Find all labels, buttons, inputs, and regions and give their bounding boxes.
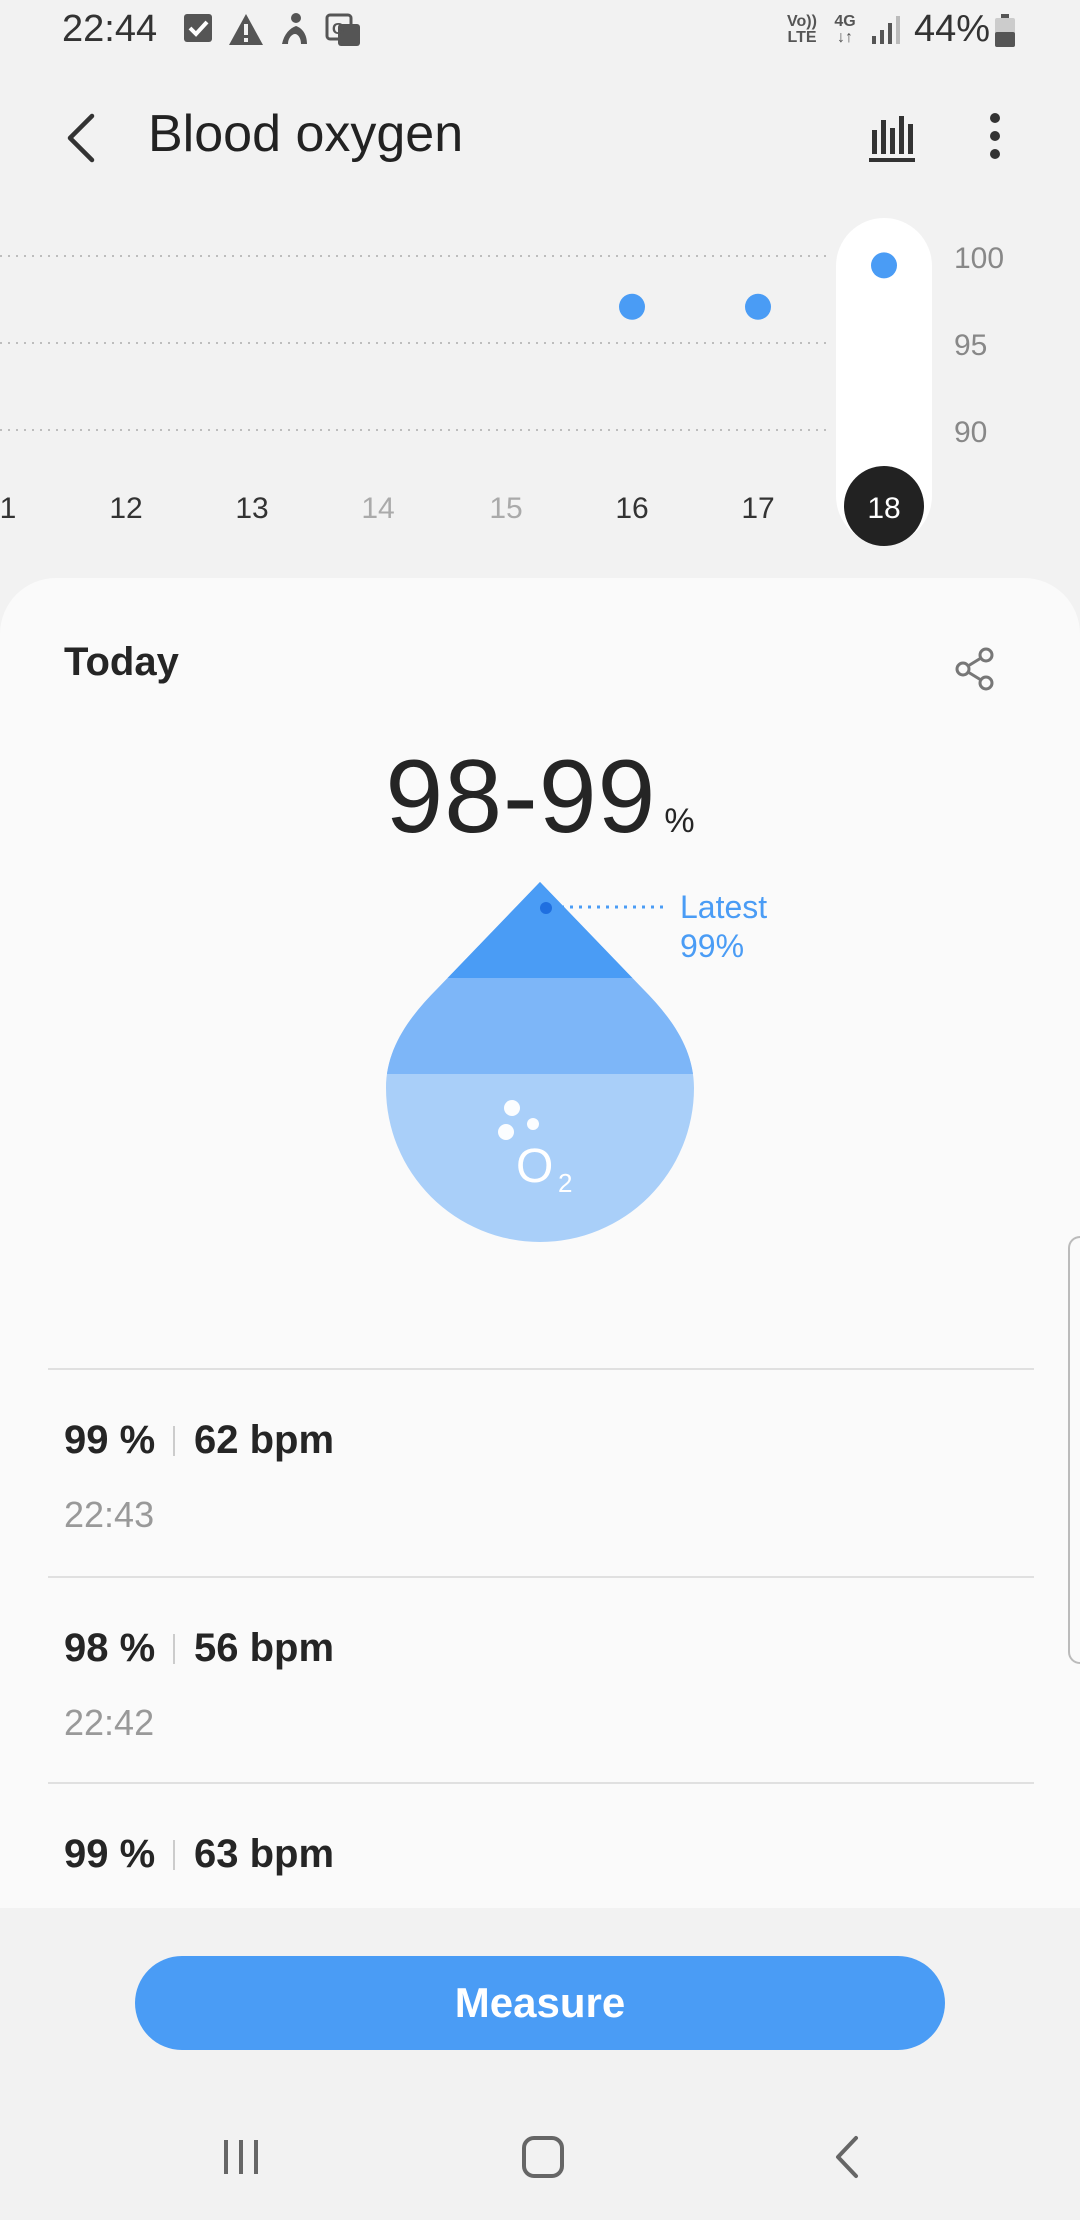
reading-bpm: 63 bpm <box>194 1832 335 1876</box>
spo2-chart[interactable]: 100 95 90 1 12 13 14 15 16 17 18 <box>0 190 1080 570</box>
x-tick-label[interactable]: 12 <box>109 492 142 525</box>
reading-bpm: 56 bpm <box>194 1626 335 1670</box>
x-tick-label[interactable]: 1 <box>0 492 16 525</box>
translate-icon: G <box>325 13 360 46</box>
reading-time: 22:42 <box>64 1702 155 1743</box>
y-tick-label: 95 <box>954 329 987 362</box>
latest-leader-line <box>552 905 664 909</box>
share-icon[interactable] <box>950 644 1000 694</box>
range-value: 98-99 <box>385 739 657 855</box>
svg-text:G: G <box>332 21 344 38</box>
x-tick-label[interactable]: 17 <box>741 492 774 525</box>
accessibility-icon <box>282 13 307 44</box>
drop-layer-dark <box>386 882 694 978</box>
x-tick-label[interactable]: 16 <box>615 492 648 525</box>
y-tick-label: 90 <box>954 416 987 449</box>
x-tick-label[interactable]: 13 <box>235 492 268 525</box>
range-unit: % <box>664 802 695 840</box>
today-heading: Today <box>64 640 179 684</box>
battery-percent: 44% <box>914 8 991 50</box>
x-tick-label[interactable]: 15 <box>489 492 522 525</box>
warning-icon <box>229 14 263 45</box>
list-item[interactable] <box>0 1784 1060 1908</box>
bubble-small <box>498 1124 514 1140</box>
list-item[interactable] <box>0 1578 1060 1784</box>
home-icon[interactable] <box>518 2132 568 2188</box>
reading-spo2: 98 % <box>64 1626 156 1670</box>
checkbox-notification-icon <box>184 14 212 42</box>
latest-label: Latest <box>680 889 768 925</box>
recent-apps-icon[interactable] <box>218 2132 268 2188</box>
scroll-handle[interactable] <box>1068 1236 1080 1664</box>
volte-indicator: Vo)) LTE <box>787 13 817 46</box>
data-point[interactable] <box>619 293 645 320</box>
oxygen-drop-graphic: O 2 <box>386 882 694 1242</box>
reading-separator <box>173 1840 175 1870</box>
battery-icon <box>995 14 1015 47</box>
o2-subscript: 2 <box>558 1168 572 1198</box>
reading-separator <box>173 1426 175 1456</box>
reading-spo2: 99 % <box>64 1418 156 1462</box>
y-tick-label: 100 <box>954 242 1004 275</box>
reading-bpm: 62 bpm <box>194 1418 335 1462</box>
data-point[interactable] <box>745 293 771 320</box>
signal-icon <box>872 16 900 44</box>
o2-symbol: O <box>516 1140 553 1193</box>
reading-time: 22:43 <box>64 1494 155 1535</box>
latest-marker <box>540 902 552 914</box>
back-icon[interactable] <box>826 2132 870 2188</box>
bubble-medium <box>527 1118 539 1130</box>
list-item[interactable] <box>0 1370 1060 1576</box>
bubble-large <box>504 1100 520 1116</box>
page-title: Blood oxygen <box>148 105 464 163</box>
x-tick-label[interactable]: 18 <box>867 492 900 525</box>
x-tick-label[interactable]: 14 <box>361 492 394 525</box>
measure-button[interactable]: Measure <box>135 1956 945 2050</box>
reading-separator <box>173 1634 175 1664</box>
status-time: 22:44 <box>62 8 158 50</box>
bar-chart-icon[interactable] <box>866 110 918 164</box>
data-point[interactable] <box>871 252 897 279</box>
network-type-indicator: 4G ↓↑ <box>834 13 856 46</box>
status-bar: 22:44 G Vo)) LTE 4G ↓↑ 44% <box>0 0 1080 64</box>
latest-value: 99% <box>680 928 745 964</box>
spo2-range: 98-99% <box>0 738 1080 857</box>
latest-annotation: Latest 99% <box>680 888 767 966</box>
more-vert-icon[interactable] <box>976 108 1014 164</box>
reading-spo2: 99 % <box>64 1832 156 1876</box>
chevron-left-icon[interactable] <box>56 108 106 168</box>
